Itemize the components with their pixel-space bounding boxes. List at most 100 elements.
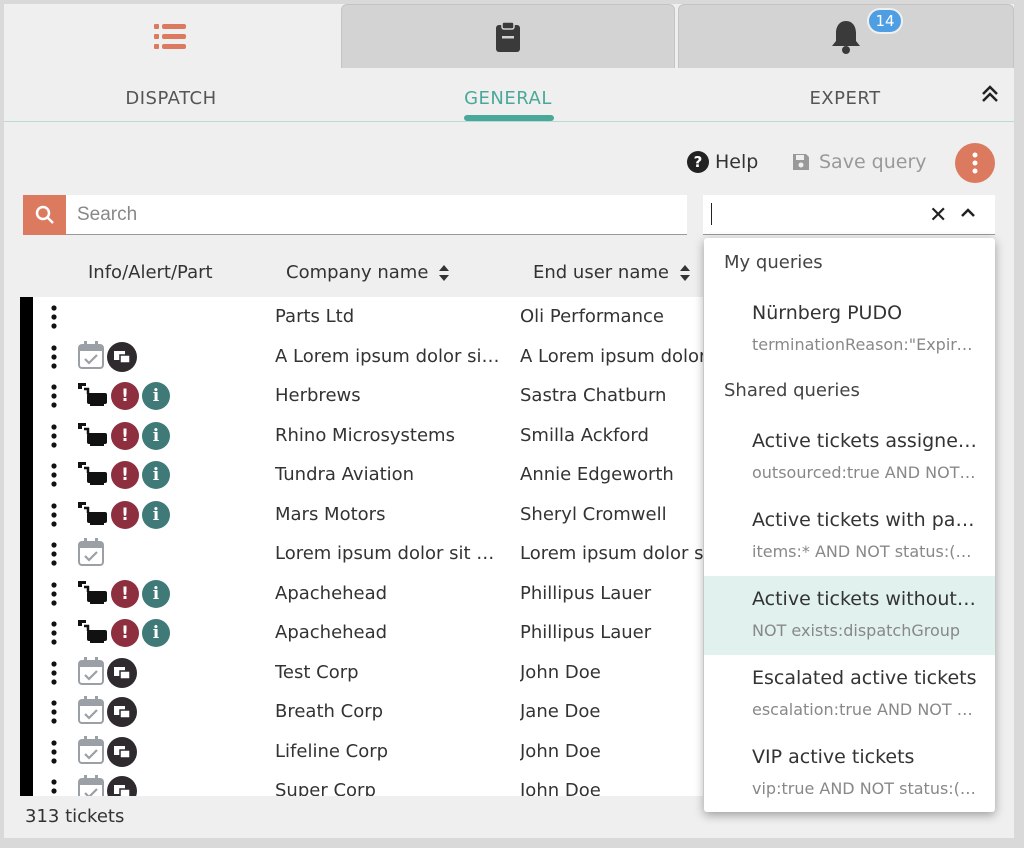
ticket-count: 313 tickets bbox=[25, 806, 125, 827]
query-option[interactable]: Active tickets with parts items:* AND NOT… bbox=[704, 497, 995, 576]
table-row[interactable]: ! i Tundra Aviation Annie Edgeworth bbox=[20, 455, 703, 495]
sub-tab-bar: DISPATCH GENERAL EXPERT bbox=[4, 68, 1014, 122]
row-actions-kebab-icon[interactable] bbox=[50, 305, 58, 329]
info-icon: i bbox=[142, 579, 170, 608]
text-caret bbox=[711, 203, 712, 225]
save-query-label: Save query bbox=[819, 151, 927, 173]
table-row[interactable]: ! i Apachehead Phillipus Lauer bbox=[20, 574, 703, 614]
row-actions-kebab-icon[interactable] bbox=[50, 700, 58, 724]
saved-queries-dropdown: My queries Shared queries Nürnberg PUDO t… bbox=[704, 238, 995, 812]
query-title: VIP active tickets bbox=[752, 746, 915, 768]
row-icons bbox=[78, 340, 137, 372]
end-user-name-cell: Sheryl Cromwell bbox=[520, 503, 667, 525]
sort-icon[interactable] bbox=[679, 264, 691, 282]
truck-icon-wrap bbox=[78, 578, 108, 610]
company-name-cell: Herbrews bbox=[275, 385, 361, 406]
row-actions-kebab-icon[interactable] bbox=[50, 621, 58, 645]
tab-list[interactable] bbox=[4, 4, 338, 68]
search-button[interactable] bbox=[23, 195, 66, 235]
query-expression: vip:true AND NOT status:(closed) bbox=[752, 779, 978, 798]
info-icon: i bbox=[142, 500, 170, 529]
calendar-icon-wrap bbox=[78, 696, 104, 728]
table-row[interactable]: Lorem ipsum dolor sit amet Lorem ipsum do… bbox=[20, 534, 703, 574]
company-name-cell: Rhino Microsystems bbox=[275, 424, 455, 446]
delivery-truck-icon bbox=[78, 422, 107, 446]
column-end-user-name[interactable]: End user name bbox=[533, 262, 691, 283]
row-icons bbox=[78, 735, 137, 768]
row-actions-kebab-icon[interactable] bbox=[50, 739, 58, 764]
table-row[interactable]: Lifeline Corp John Doe bbox=[20, 732, 703, 772]
end-user-name-cell: Phillipus Lauer bbox=[520, 582, 652, 604]
company-name-cell: Breath Corp bbox=[275, 701, 384, 722]
tab-expert[interactable]: EXPERT bbox=[755, 88, 935, 109]
row-icons bbox=[78, 696, 137, 728]
table-row[interactable]: ! i Herbrews Sastra Chatburn bbox=[20, 376, 703, 416]
row-actions-kebab-icon[interactable] bbox=[50, 660, 58, 685]
clear-icon[interactable]: ✕ bbox=[929, 203, 947, 228]
row-actions-kebab-icon[interactable] bbox=[50, 463, 58, 487]
row-actions-kebab-icon[interactable] bbox=[50, 779, 58, 796]
truck-icon-wrap bbox=[78, 380, 108, 412]
row-icons: ! i bbox=[78, 460, 170, 490]
row-actions-kebab-icon[interactable] bbox=[50, 542, 58, 566]
column-company-name[interactable]: Company name bbox=[286, 262, 450, 283]
collapse-double-chevron-icon[interactable] bbox=[978, 82, 1002, 106]
end-user-name-cell: Sastra Chatburn bbox=[520, 385, 667, 406]
more-options-button[interactable] bbox=[955, 143, 995, 183]
sort-icon[interactable] bbox=[438, 264, 450, 282]
row-icons bbox=[78, 656, 137, 689]
end-user-name-cell: Oli Performance bbox=[520, 306, 664, 327]
tab-general[interactable]: GENERAL bbox=[418, 88, 598, 109]
chevron-up-icon[interactable] bbox=[959, 204, 977, 222]
row-actions-kebab-icon[interactable] bbox=[50, 581, 58, 606]
truck-icon-wrap bbox=[78, 420, 108, 452]
query-option[interactable]: Nürnberg PUDO terminationReason:"Expired" bbox=[704, 290, 995, 369]
row-actions-kebab-icon[interactable] bbox=[50, 423, 58, 448]
calendar-icon-wrap bbox=[78, 775, 104, 796]
calendar-icon-wrap bbox=[78, 538, 104, 570]
delivery-truck-icon bbox=[78, 620, 107, 643]
company-name-cell: Apachehead bbox=[275, 622, 388, 643]
column-label: Info/Alert/Part bbox=[88, 262, 213, 283]
windows-icon bbox=[107, 736, 137, 767]
help-button[interactable]: ? Help bbox=[687, 151, 758, 173]
tab-notifications[interactable]: 14 bbox=[678, 4, 1014, 68]
save-query-button[interactable]: Save query bbox=[791, 151, 927, 173]
table-row[interactable]: Super Corp John Doe bbox=[20, 771, 703, 796]
table-row[interactable]: Breath Corp Jane Doe bbox=[20, 692, 703, 732]
table-row[interactable]: Parts Ltd Oli Performance bbox=[20, 297, 703, 337]
company-name-cell: Apachehead bbox=[275, 582, 388, 604]
notification-badge: 14 bbox=[867, 8, 903, 34]
company-name-cell: Mars Motors bbox=[275, 503, 386, 525]
table-row[interactable]: ! i Rhino Microsystems Smilla Ackford bbox=[20, 416, 703, 456]
query-title: Active tickets without dispatch group bbox=[752, 588, 978, 610]
search-input[interactable] bbox=[75, 195, 675, 235]
info-icon: i bbox=[142, 421, 170, 450]
query-title: Active tickets with parts bbox=[752, 509, 978, 531]
query-option[interactable]: VIP active tickets vip:true AND NOT statu… bbox=[704, 734, 995, 812]
saved-query-select[interactable]: ✕ bbox=[703, 195, 995, 235]
row-icons: ! i bbox=[78, 579, 170, 609]
alert-icon: ! bbox=[111, 579, 139, 608]
delivery-truck-icon bbox=[78, 383, 107, 406]
calendar-icon-wrap bbox=[78, 735, 104, 768]
row-actions-kebab-icon[interactable] bbox=[50, 344, 58, 369]
row-actions-kebab-icon[interactable] bbox=[50, 502, 58, 527]
table-row[interactable]: A Lorem ipsum dolor sit amet A Lorem ipsu… bbox=[20, 337, 703, 377]
company-name-cell: Lifeline Corp bbox=[275, 740, 389, 762]
table-row[interactable]: ! i Apachehead Phillipus Lauer bbox=[20, 613, 703, 653]
tab-dispatch[interactable]: DISPATCH bbox=[81, 88, 261, 109]
table-header: Info/Alert/Part Company name End user na… bbox=[23, 254, 703, 294]
tab-clipboard[interactable] bbox=[341, 4, 675, 68]
calendar-check-icon bbox=[78, 735, 104, 764]
table-row[interactable]: Test Corp John Doe bbox=[20, 653, 703, 693]
query-option[interactable]: Escalated active tickets escalation:true … bbox=[704, 655, 995, 734]
row-actions-kebab-icon[interactable] bbox=[50, 384, 58, 408]
query-title: Nürnberg PUDO bbox=[752, 302, 903, 324]
alert-icon: ! bbox=[111, 421, 139, 450]
alert-icon: ! bbox=[111, 382, 139, 410]
query-option[interactable]: Active tickets assigned to me outsourced:… bbox=[704, 418, 995, 497]
query-option[interactable]: Active tickets without dispatch group NOT… bbox=[704, 576, 995, 655]
table-row[interactable]: ! i Mars Motors Sheryl Cromwell bbox=[20, 495, 703, 535]
calendar-icon-wrap bbox=[78, 656, 104, 689]
